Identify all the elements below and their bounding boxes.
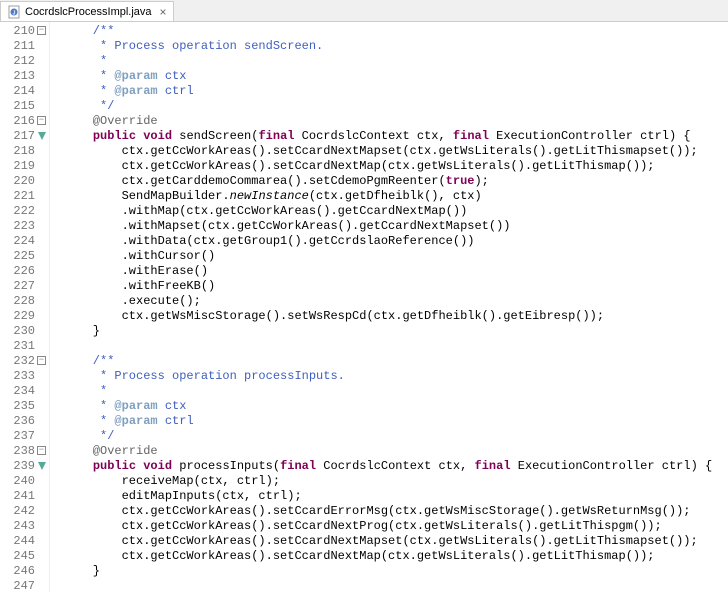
code-line: ctx.getWsMiscStorage().setWsRespCd(ctx.g…: [64, 309, 728, 324]
code-line: .execute();: [64, 294, 728, 309]
line-number: 235: [0, 399, 45, 414]
line-number: 211: [0, 39, 45, 54]
line-number: 226: [0, 264, 45, 279]
line-number: 242: [0, 504, 45, 519]
code-line: receiveMap(ctx, ctrl);: [64, 474, 728, 489]
line-number: 217: [0, 129, 45, 144]
line-number-gutter: 210−211212213214215216−21721821922022122…: [0, 22, 50, 592]
editor-tab[interactable]: J CocrdslcProcessImpl.java ×: [0, 1, 174, 21]
code-line: /**: [64, 24, 728, 39]
line-number: 241: [0, 489, 45, 504]
code-line: }: [64, 324, 728, 339]
code-line: ctx.getCcWorkAreas().setCcardNextMapset(…: [64, 144, 728, 159]
code-line: .withErase(): [64, 264, 728, 279]
line-number: 212: [0, 54, 45, 69]
code-line: * Process operation sendScreen.: [64, 39, 728, 54]
code-line: * Process operation processInputs.: [64, 369, 728, 384]
line-number: 213: [0, 69, 45, 84]
code-line: editMapInputs(ctx, ctrl);: [64, 489, 728, 504]
code-line: @Override: [64, 444, 728, 459]
code-line: *: [64, 54, 728, 69]
line-number: 225: [0, 249, 45, 264]
tab-filename: CocrdslcProcessImpl.java: [25, 6, 152, 18]
code-line: */: [64, 99, 728, 114]
code-line: * @param ctx: [64, 399, 728, 414]
fold-toggle-icon[interactable]: −: [37, 116, 46, 125]
code-line: .withCursor(): [64, 249, 728, 264]
line-number: 233: [0, 369, 45, 384]
line-number: 239: [0, 459, 45, 474]
code-line: public void sendScreen(final CocrdslcCon…: [64, 129, 728, 144]
java-file-icon: J: [7, 5, 21, 19]
code-line: .withFreeKB(): [64, 279, 728, 294]
code-line: * @param ctx: [64, 69, 728, 84]
line-number: 234: [0, 384, 45, 399]
line-number: 224: [0, 234, 45, 249]
tab-close-button[interactable]: ×: [160, 6, 167, 18]
line-number: 220: [0, 174, 45, 189]
fold-toggle-icon[interactable]: −: [37, 356, 46, 365]
code-line: ctx.getCcWorkAreas().setCcardNextMap(ctx…: [64, 159, 728, 174]
code-line: .withData(ctx.getGroup1().getCcrdslaoRef…: [64, 234, 728, 249]
tab-bar: J CocrdslcProcessImpl.java ×: [0, 0, 728, 22]
code-area[interactable]: /** * Process operation sendScreen. * * …: [50, 22, 728, 592]
code-line: *: [64, 384, 728, 399]
code-line: ctx.getCcWorkAreas().setCcardErrorMsg(ct…: [64, 504, 728, 519]
code-line: [64, 579, 728, 592]
line-number: 221: [0, 189, 45, 204]
code-line: * @param ctrl: [64, 84, 728, 99]
line-number: 236: [0, 414, 45, 429]
line-number: 231: [0, 339, 45, 354]
code-line: * @param ctrl: [64, 414, 728, 429]
code-line: SendMapBuilder.newInstance(ctx.getDfheib…: [64, 189, 728, 204]
line-number: 214: [0, 84, 45, 99]
code-line: ctx.getCarddemoCommarea().setCdemoPgmRee…: [64, 174, 728, 189]
code-line: /**: [64, 354, 728, 369]
svg-text:J: J: [13, 10, 16, 16]
code-line: [64, 339, 728, 354]
line-number: 210−: [0, 24, 45, 39]
line-number: 245: [0, 549, 45, 564]
override-marker-icon[interactable]: [38, 132, 46, 140]
code-line: ctx.getCcWorkAreas().setCcardNextProg(ct…: [64, 519, 728, 534]
line-number: 227: [0, 279, 45, 294]
line-number: 219: [0, 159, 45, 174]
code-line: ctx.getCcWorkAreas().setCcardNextMapset(…: [64, 534, 728, 549]
line-number: 230: [0, 324, 45, 339]
code-line: */: [64, 429, 728, 444]
line-number: 244: [0, 534, 45, 549]
code-line: }: [64, 564, 728, 579]
override-marker-icon[interactable]: [38, 462, 46, 470]
code-line: @Override: [64, 114, 728, 129]
code-line: .withMapset(ctx.getCcWorkAreas().getCcar…: [64, 219, 728, 234]
line-number: 247: [0, 579, 45, 592]
line-number: 218: [0, 144, 45, 159]
line-number: 237: [0, 429, 45, 444]
line-number: 215: [0, 99, 45, 114]
code-line: public void processInputs(final Cocrdslc…: [64, 459, 728, 474]
line-number: 246: [0, 564, 45, 579]
code-editor[interactable]: 210−211212213214215216−21721821922022122…: [0, 22, 728, 592]
fold-toggle-icon[interactable]: −: [37, 26, 46, 35]
line-number: 216−: [0, 114, 45, 129]
code-line: .withMap(ctx.getCcWorkAreas().getCcardNe…: [64, 204, 728, 219]
line-number: 238−: [0, 444, 45, 459]
line-number: 232−: [0, 354, 45, 369]
line-number: 222: [0, 204, 45, 219]
line-number: 229: [0, 309, 45, 324]
line-number: 240: [0, 474, 45, 489]
line-number: 228: [0, 294, 45, 309]
code-line: ctx.getCcWorkAreas().setCcardNextMap(ctx…: [64, 549, 728, 564]
line-number: 223: [0, 219, 45, 234]
line-number: 243: [0, 519, 45, 534]
fold-toggle-icon[interactable]: −: [37, 446, 46, 455]
